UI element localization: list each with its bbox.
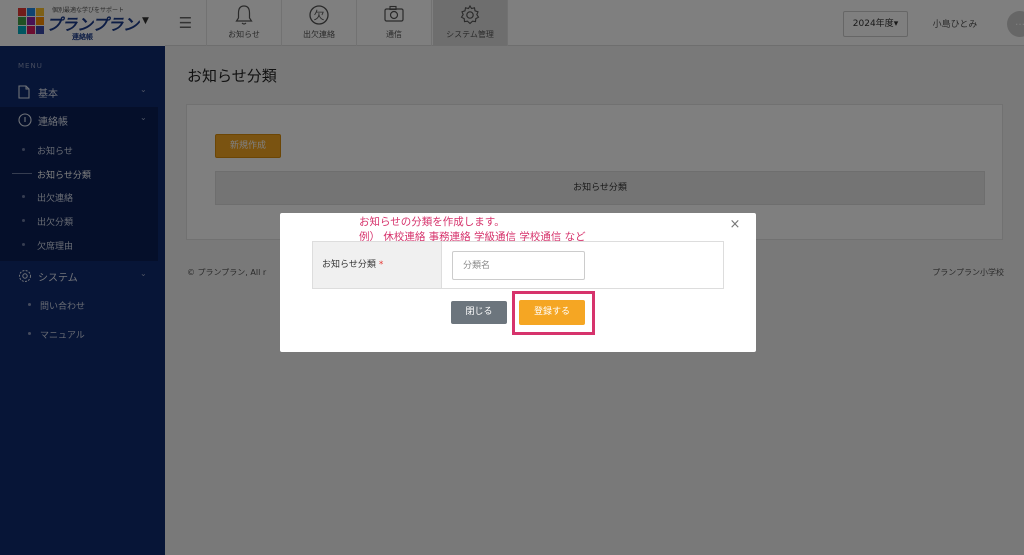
field-label: お知らせ分類 * — [313, 242, 442, 288]
submit-button[interactable]: 登録する — [519, 300, 585, 325]
form-row-category: お知らせ分類 * — [312, 241, 724, 289]
create-category-modal: お知らせの分類を作成します。 例） 休校連絡 事務連絡 学級通信 学校通信 など… — [280, 213, 756, 352]
close-icon[interactable]: × — [728, 218, 742, 232]
required-mark: * — [378, 260, 384, 270]
category-name-input[interactable] — [452, 251, 585, 280]
field-label-text: お知らせ分類 — [322, 260, 376, 270]
annotation-line-1: お知らせの分類を作成します。 — [359, 216, 505, 228]
close-button[interactable]: 閉じる — [451, 301, 507, 324]
